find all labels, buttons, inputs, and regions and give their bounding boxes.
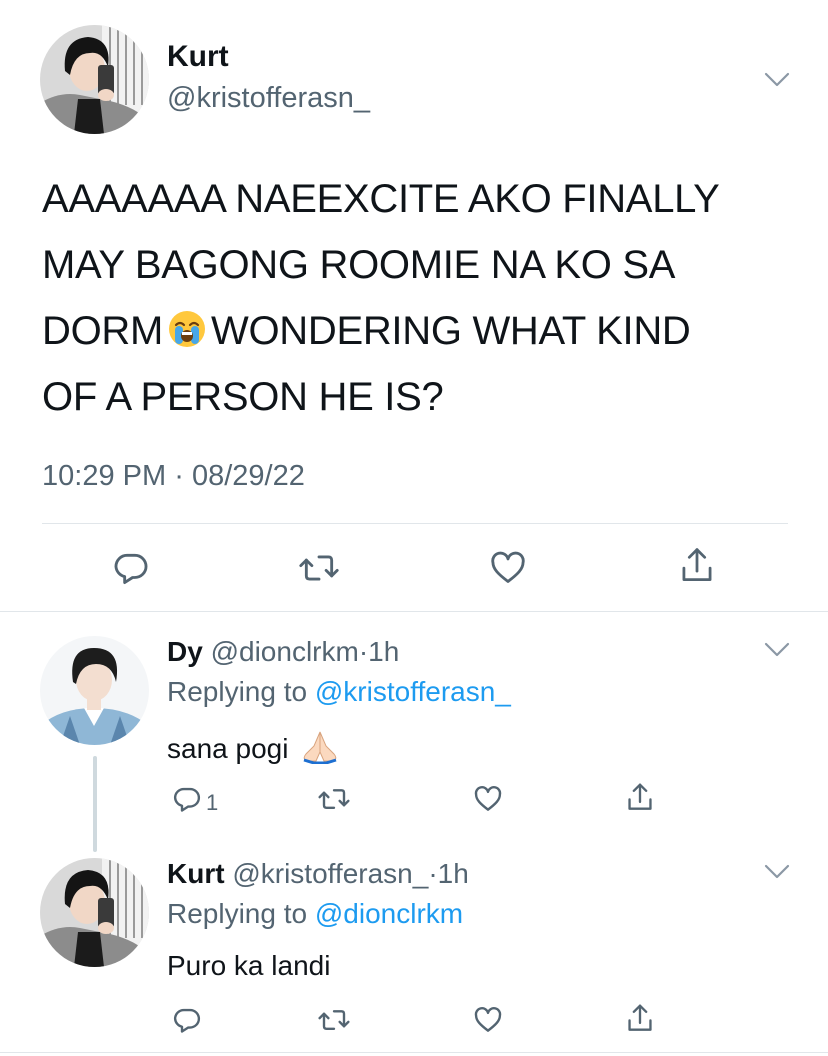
author-avatar[interactable] — [40, 25, 149, 134]
reply-text-content: sana pogi — [167, 733, 289, 764]
chevron-down-icon[interactable] — [764, 642, 790, 658]
meta-separator: · — [428, 858, 438, 889]
bottom-divider — [0, 1052, 828, 1053]
replying-to: Replying to @kristofferasn_ — [167, 676, 511, 708]
section-divider — [0, 611, 828, 612]
chevron-down-icon[interactable] — [764, 864, 790, 880]
tweet-text-segment: WONDERING WHAT KIND — [211, 309, 691, 353]
share-icon[interactable] — [625, 781, 655, 813]
meta-separator: · — [174, 460, 184, 492]
chevron-down-icon[interactable] — [764, 72, 790, 88]
tweet-timestamp[interactable]: 10:29 PM · 08/29/22 — [42, 460, 305, 493]
reply-text: Puro ka landi — [167, 950, 331, 981]
tweet-text-line: AAAAAAA NAEEXCITE AKO FINALLY — [42, 177, 720, 221]
tweet-text-line: OF A PERSON HE IS? — [42, 375, 444, 419]
like-icon[interactable] — [489, 549, 527, 587]
reply-icon[interactable] — [112, 549, 150, 587]
retweet-icon[interactable] — [298, 549, 340, 587]
tweet-text-segment: DORM — [42, 309, 164, 353]
divider — [42, 523, 788, 524]
reply-icon[interactable] — [172, 784, 202, 814]
like-icon[interactable] — [473, 1005, 503, 1035]
thread-connector-line — [93, 756, 97, 852]
replying-to-label: Replying to — [167, 676, 308, 707]
reply-author-name[interactable]: Dy — [167, 636, 203, 667]
meta-separator: · — [358, 636, 369, 667]
share-icon[interactable] — [678, 545, 716, 585]
like-icon[interactable] — [473, 784, 503, 814]
tweet-text-line: DORM WONDERING WHAT KIND — [42, 298, 802, 364]
loudly-crying-face-icon — [167, 303, 207, 347]
share-icon[interactable] — [625, 1002, 655, 1034]
reply-avatar[interactable] — [40, 858, 149, 967]
reply-author-handle[interactable]: @dionclrkm — [211, 636, 359, 667]
reply-icon[interactable] — [172, 1005, 202, 1035]
replying-to: Replying to @dionclrkm — [167, 898, 463, 930]
folded-hands-icon — [300, 730, 340, 771]
reply-header: Kurt @kristofferasn_·1h — [167, 858, 469, 890]
reply-time[interactable]: 1h — [368, 636, 399, 667]
reply-text: sana pogi — [167, 730, 340, 771]
tweet-time: 10:29 PM — [42, 460, 167, 492]
replying-to-link[interactable]: @kristofferasn_ — [315, 676, 511, 707]
retweet-icon[interactable] — [317, 784, 351, 814]
reply-author-handle[interactable]: @kristofferasn_ — [232, 858, 428, 889]
replying-to-link[interactable]: @dionclrkm — [315, 898, 463, 929]
reply-time[interactable]: 1h — [438, 858, 469, 889]
reply-avatar[interactable] — [40, 636, 149, 745]
tweet-date: 08/29/22 — [191, 460, 305, 492]
tweet-text-line: MAY BAGONG ROOMIE NA KO SA — [42, 243, 676, 287]
reply-count: 1 — [206, 790, 219, 815]
author-name[interactable]: Kurt — [167, 40, 229, 74]
tweet-text: AAAAAAA NAEEXCITE AKO FINALLY MAY BAGONG… — [42, 166, 802, 430]
reply-header: Dy @dionclrkm·1h — [167, 636, 399, 668]
replying-to-label: Replying to — [167, 898, 308, 929]
retweet-icon[interactable] — [317, 1005, 351, 1035]
reply-author-name[interactable]: Kurt — [167, 858, 225, 889]
author-handle[interactable]: @kristofferasn_ — [167, 82, 370, 115]
